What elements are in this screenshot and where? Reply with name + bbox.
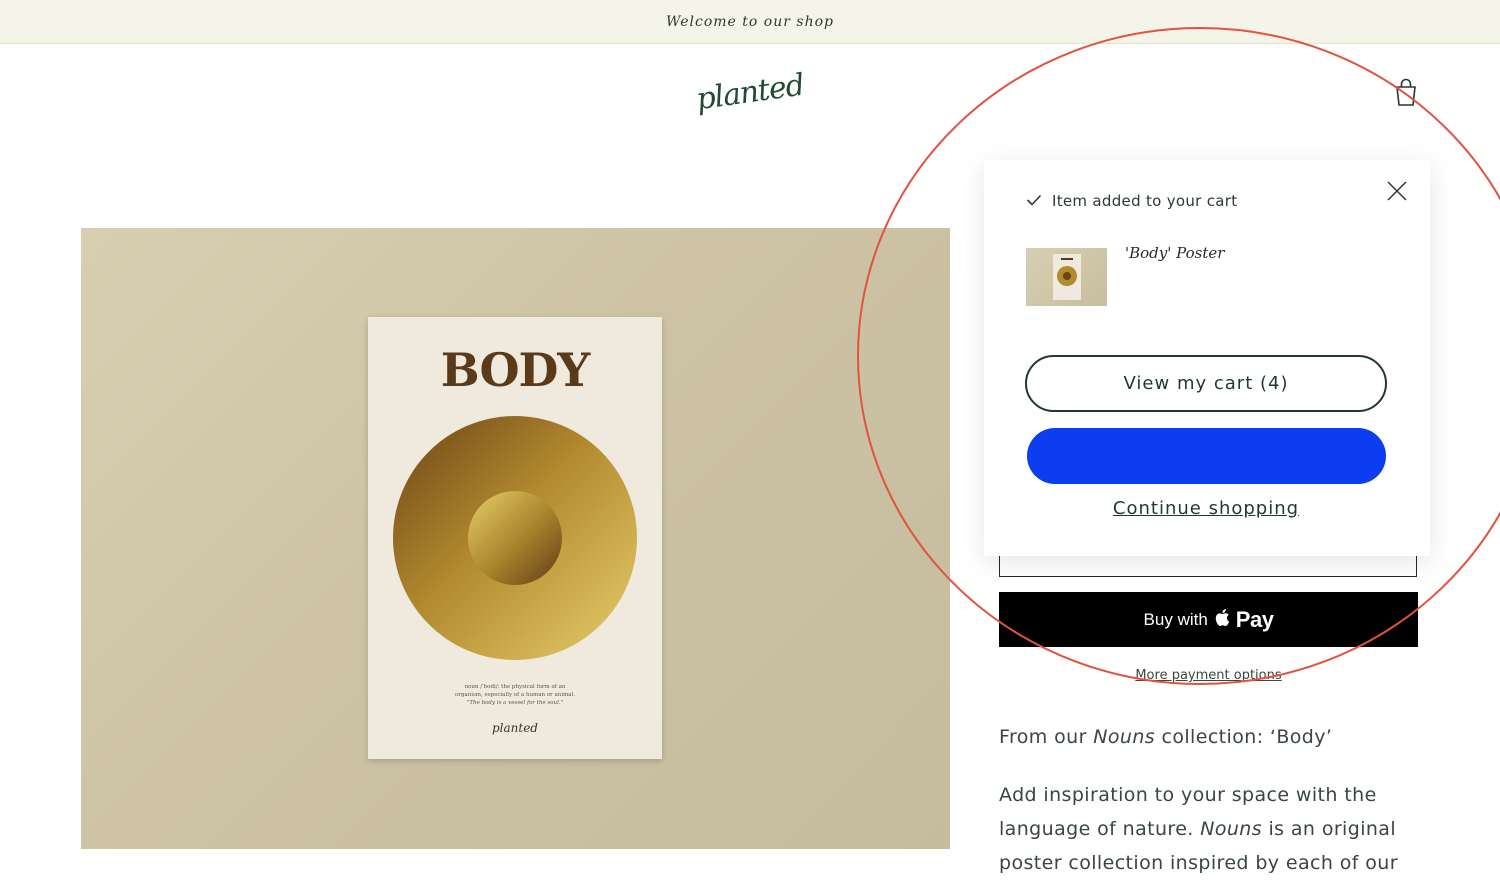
apple-pay-label: Pay (1235, 606, 1274, 632)
cart-item-thumbnail (1026, 248, 1107, 306)
poster-title: BODY (440, 343, 591, 397)
added-confirmation: Item added to your cart (1026, 192, 1237, 210)
store-logo[interactable]: planted (694, 66, 806, 118)
continue-shopping-link[interactable]: Continue shopping (1025, 498, 1387, 519)
product-collection-line: From our Nouns collection: ‘Body’ (999, 726, 1333, 748)
poster-definition: noun /ˈbodi/: the physical form of an or… (454, 684, 576, 706)
buy-with-label: Buy with (1143, 609, 1208, 629)
added-message: Item added to your cart (1052, 192, 1238, 210)
checkout-button[interactable] (1027, 428, 1386, 484)
product-description: Add inspiration to your space with the l… (999, 784, 1398, 874)
cart-notification-popup: Item added to your cart 'Body' Poster Vi… (984, 160, 1430, 556)
body-poster: BODY noun /ˈbodi/: the physical form of … (368, 317, 662, 759)
gold-ring-graphic (393, 416, 637, 660)
poster-signature: planted (491, 721, 538, 735)
cart-item-name: 'Body' Poster (1125, 244, 1225, 262)
more-payment-options-link[interactable]: More payment options (999, 668, 1418, 683)
announcement-text: Welcome to our shop (666, 13, 834, 30)
checkmark-icon (1026, 192, 1042, 210)
product-image[interactable]: BODY noun /ˈbodi/: the physical form of … (81, 228, 950, 849)
shopping-bag-icon[interactable] (1392, 76, 1420, 108)
view-cart-button[interactable]: View my cart (4) (1025, 355, 1387, 412)
close-icon[interactable] (1384, 178, 1410, 204)
apple-icon (1214, 608, 1230, 632)
logo-text: planted (694, 67, 806, 117)
announcement-bar: Welcome to our shop (0, 0, 1500, 44)
buy-with-apple-pay-button[interactable]: Buy with Pay (999, 592, 1418, 647)
